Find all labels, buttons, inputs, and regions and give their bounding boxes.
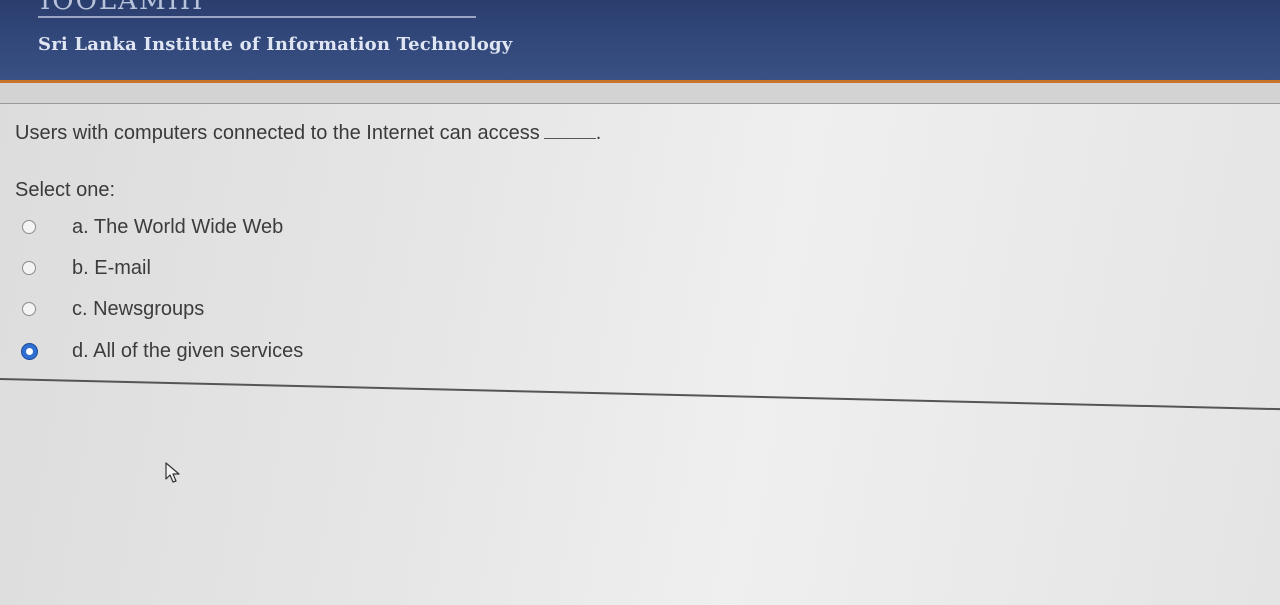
section-divider: [0, 378, 1280, 411]
option-a-label[interactable]: a. The World Wide Web: [72, 216, 283, 239]
header-rule: [38, 16, 476, 18]
question-tail: .: [595, 122, 602, 144]
header-band: [0, 83, 1280, 103]
mouse-pointer-icon: [165, 462, 180, 483]
band-divider: [0, 103, 1280, 104]
option-c-label[interactable]: c. Newsgroups: [72, 298, 204, 321]
option-c[interactable]: c. Newsgroups: [22, 296, 204, 322]
radio-button-c[interactable]: [22, 302, 36, 316]
option-b-label[interactable]: b. E-mail: [72, 257, 151, 280]
radio-button-d-selected[interactable]: [21, 342, 38, 360]
option-d[interactable]: d. All of the given services: [21, 338, 303, 364]
option-d-label[interactable]: d. All of the given services: [72, 340, 303, 363]
radio-button-a[interactable]: [22, 220, 36, 234]
select-one-prompt: Select one:: [15, 179, 116, 201]
answer-blank: [543, 120, 596, 139]
question-text: Users with computers connected to the In…: [15, 120, 601, 145]
option-a[interactable]: a. The World Wide Web: [22, 214, 283, 240]
institution-name: Sri Lanka Institute of Information Techn…: [38, 34, 513, 55]
header-banner: IOOLAMIII Sri Lanka Institute of Informa…: [0, 0, 1280, 82]
question-body: Users with computers connected to the In…: [15, 122, 540, 144]
radio-button-b[interactable]: [22, 261, 36, 275]
option-b[interactable]: b. E-mail: [22, 255, 151, 281]
logo-wordmark-fragment: IOOLAMIII: [40, 0, 205, 16]
